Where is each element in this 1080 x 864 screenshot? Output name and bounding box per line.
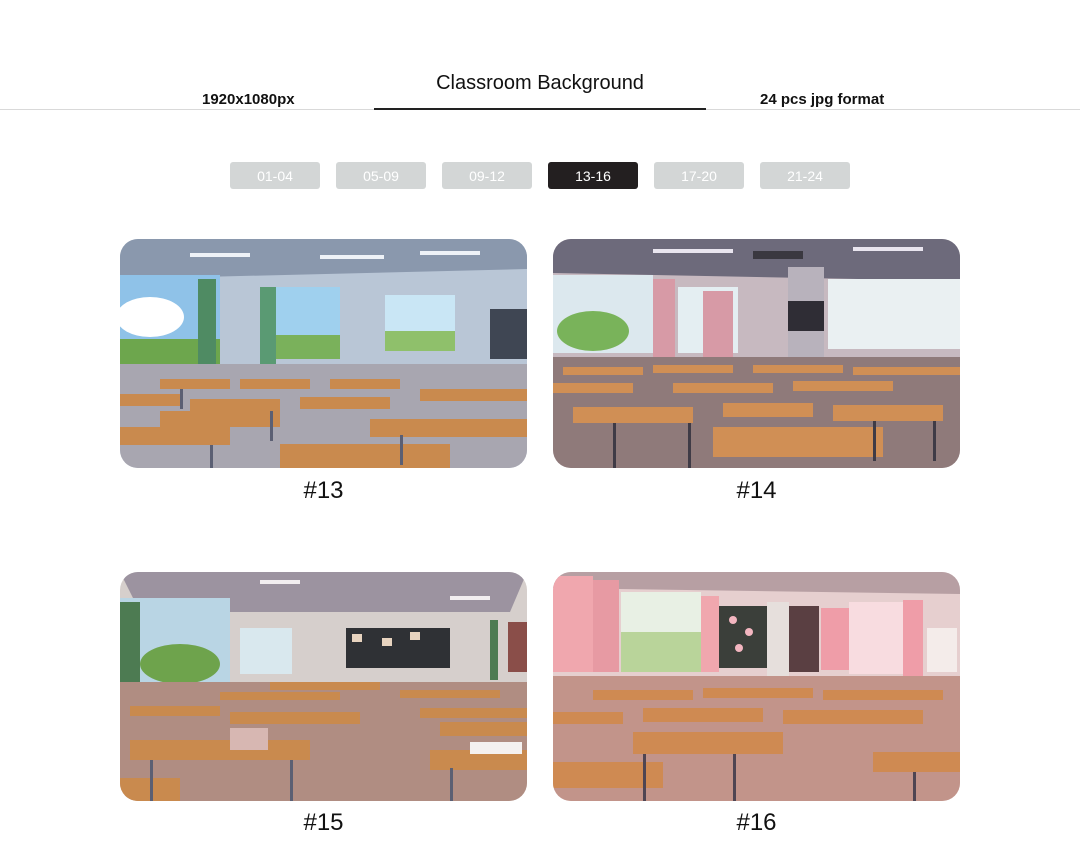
resolution-label: 1920x1080px: [202, 91, 295, 108]
title-underline: [374, 108, 706, 110]
page-title: Classroom Background: [436, 72, 644, 94]
image-caption: #15: [303, 809, 344, 836]
tab-21-24[interactable]: 21-24: [760, 162, 850, 189]
tab-13-16[interactable]: 13-16: [548, 162, 638, 189]
tab-05-09[interactable]: 05-09: [336, 162, 426, 189]
classroom-image-15[interactable]: [120, 572, 527, 801]
range-tabs: 01-04 05-09 09-12 13-16 17-20 21-24: [230, 162, 850, 189]
format-label: 24 pcs jpg format: [760, 91, 885, 108]
image-caption: #14: [736, 477, 777, 504]
classroom-image-14[interactable]: [553, 239, 960, 468]
tab-17-20[interactable]: 17-20: [654, 162, 744, 189]
tab-01-04[interactable]: 01-04: [230, 162, 320, 189]
image-caption: #13: [303, 477, 344, 504]
classroom-image-16[interactable]: [553, 572, 960, 801]
classroom-image-13[interactable]: [120, 239, 527, 468]
tab-09-12[interactable]: 09-12: [442, 162, 532, 189]
image-caption: #16: [736, 809, 777, 836]
